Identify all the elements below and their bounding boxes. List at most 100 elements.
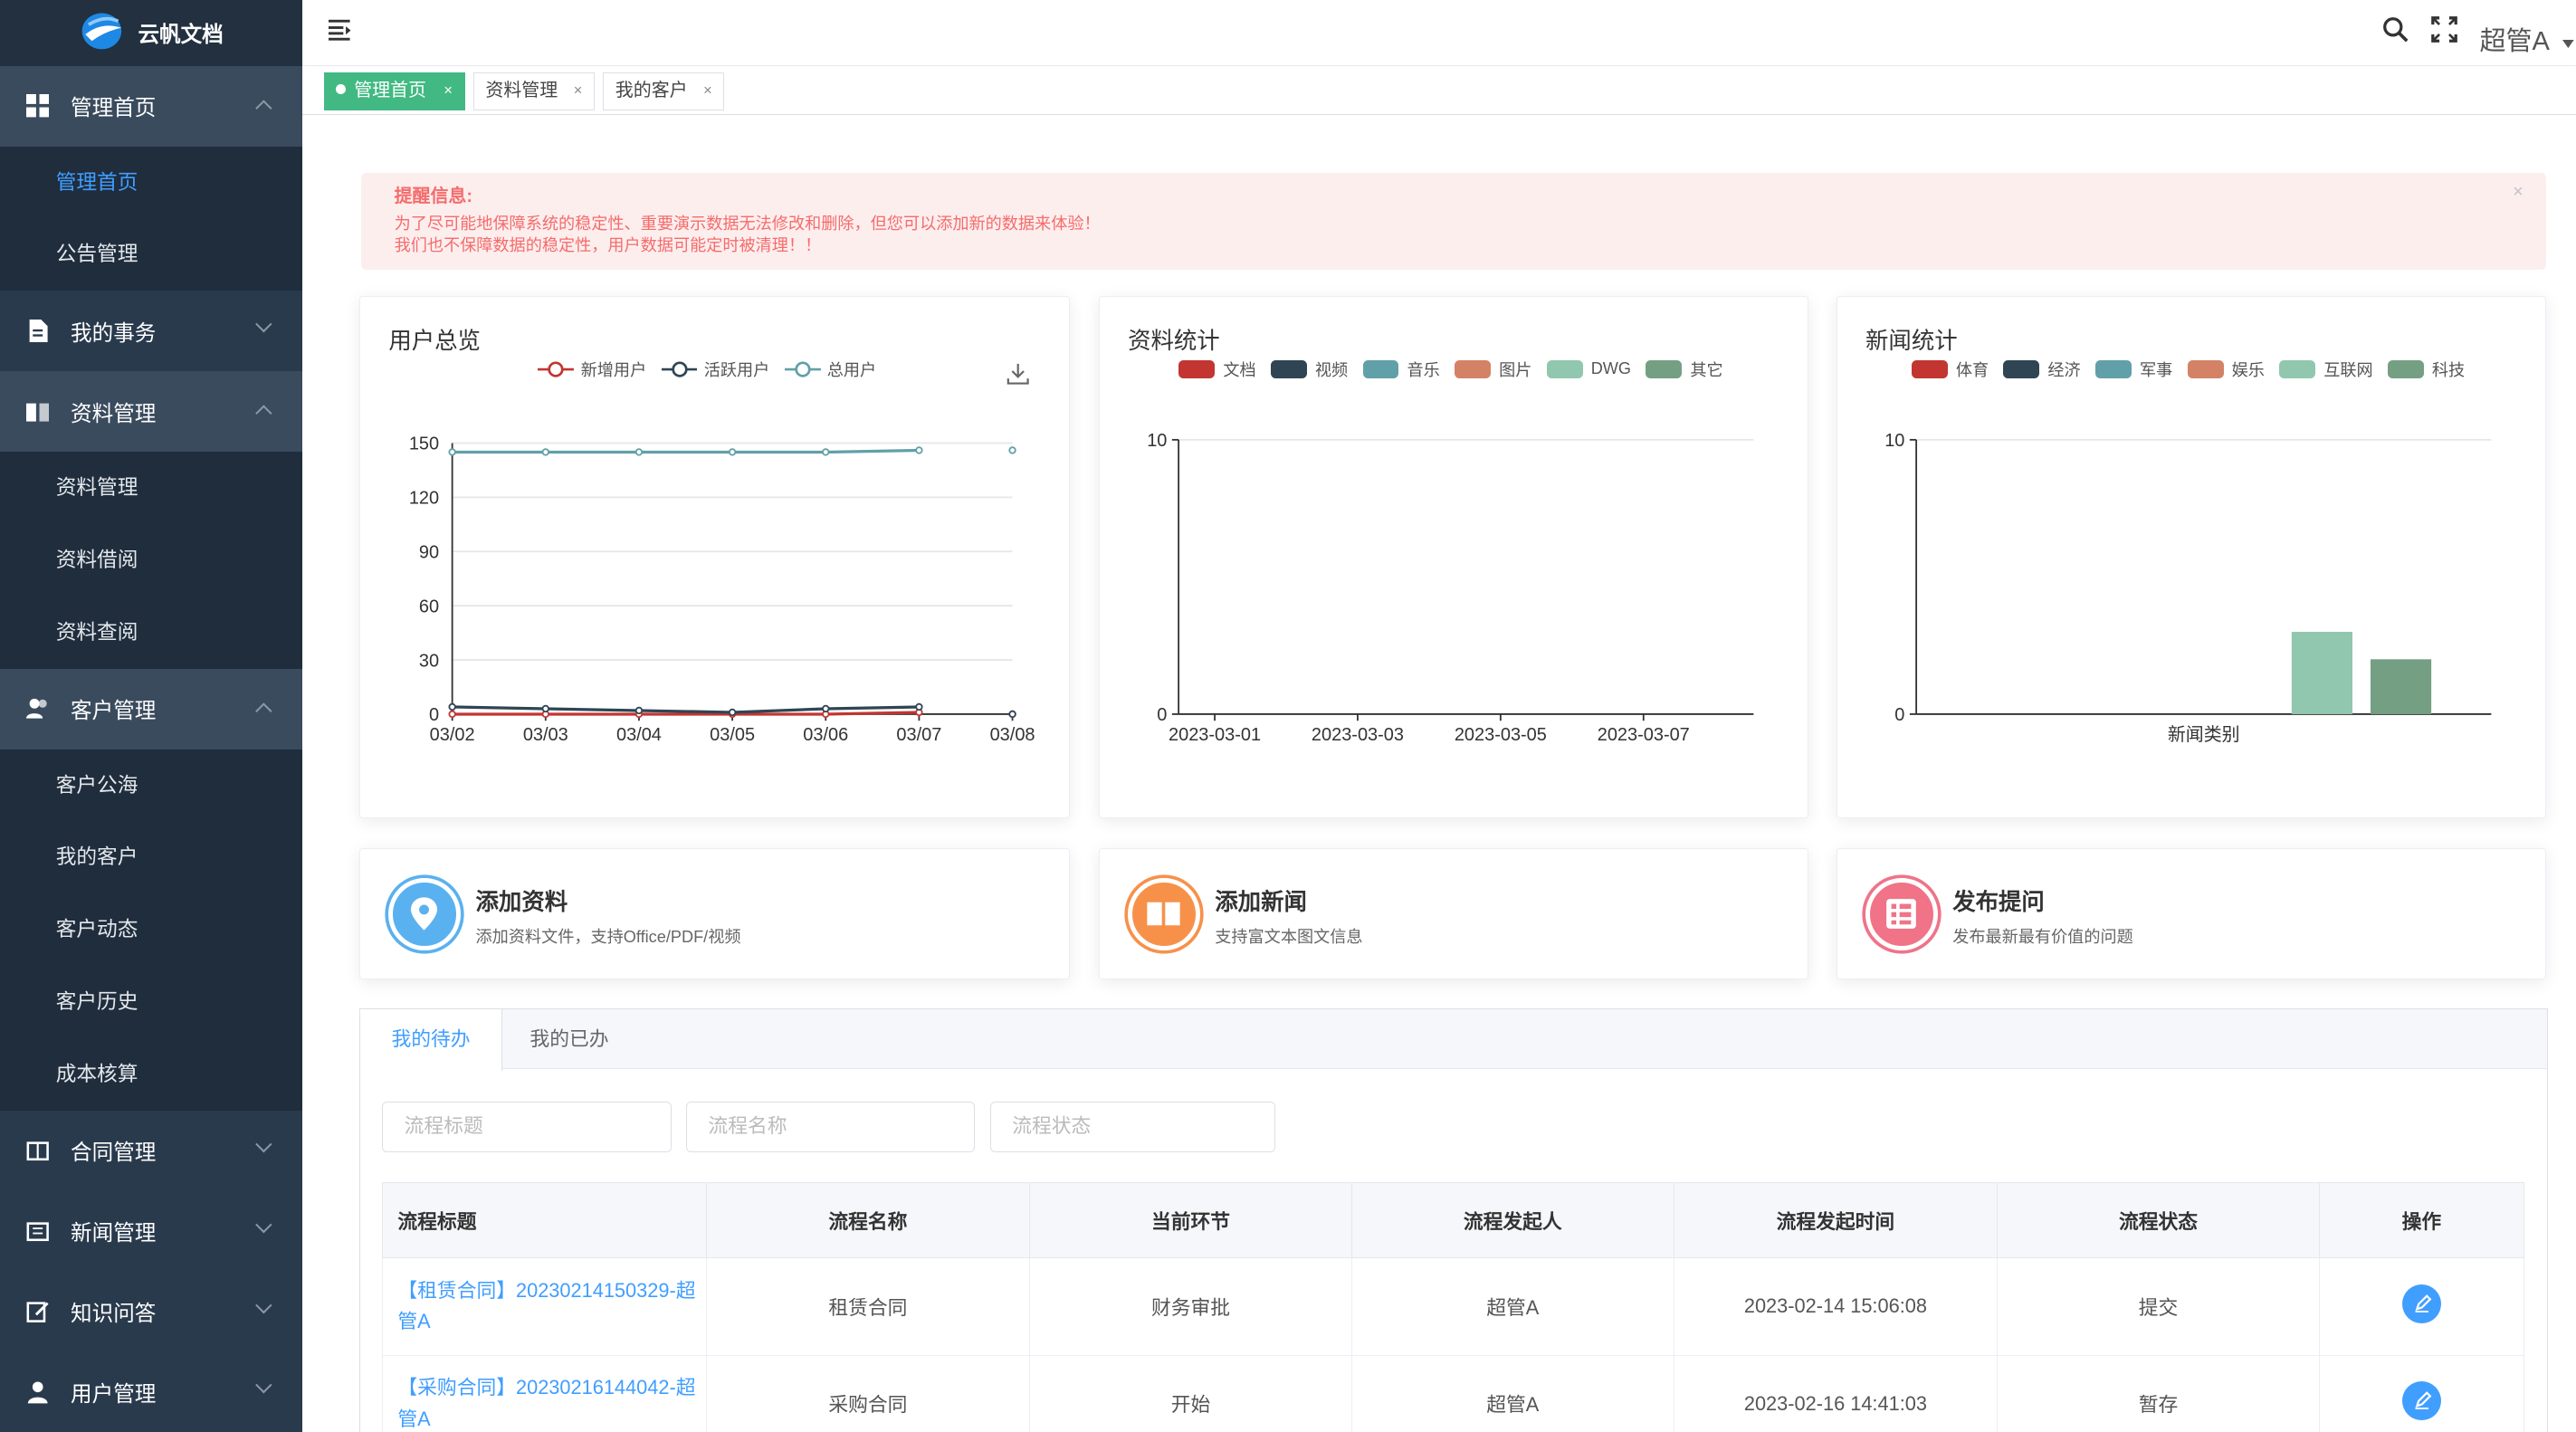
col-header[interactable]: 当前环节	[1029, 1181, 1352, 1259]
edit-button[interactable]	[2401, 1284, 2442, 1324]
sidebar-item-customer-activity[interactable]: 客户动态	[0, 893, 302, 967]
menu-toggle-icon[interactable]	[328, 18, 351, 41]
chart-title: 新闻统计	[1865, 328, 1958, 354]
close-icon[interactable]: ×	[444, 73, 453, 108]
legend-item[interactable]: 其它	[1646, 358, 1723, 381]
logo[interactable]: 云帆文档	[0, 0, 302, 66]
chevron-down-icon	[255, 1377, 272, 1394]
flow-title-link[interactable]: 【采购合同】20230216144042-超管A	[382, 1354, 707, 1432]
legend-item[interactable]: 经济	[2003, 358, 2081, 381]
close-icon[interactable]: ×	[574, 73, 583, 108]
menu-group-label: 资料管理	[71, 401, 157, 425]
tab-home[interactable]: 管理首页 ×	[323, 72, 465, 110]
legend-item[interactable]: 军事	[2095, 358, 2172, 381]
y-tick-label: 0	[1158, 705, 1168, 725]
legend-item[interactable]: 娱乐	[2187, 358, 2265, 381]
sidebar-item-doc-borrow[interactable]: 资料借阅	[0, 523, 302, 597]
starter: 超管A	[1350, 1354, 1674, 1432]
legend-swatch	[2003, 359, 2040, 378]
edit-icon	[26, 1302, 49, 1323]
sidebar-item-doc-view[interactable]: 资料查阅	[0, 596, 302, 669]
quick-title: 发布提问	[1952, 890, 2045, 916]
series-line	[453, 705, 920, 714]
line-chart: 0 30 60 90 120 150 03/02 03/03 03/04 03/05 03/06 03…	[409, 434, 1035, 745]
legend-item[interactable]: 文档	[1178, 358, 1256, 381]
menu-group-users[interactable]: 用户管理	[0, 1352, 302, 1432]
legend-item[interactable]: DWG	[1546, 358, 1631, 381]
legend-line-icon	[784, 361, 821, 377]
legend-item[interactable]: 图片	[1455, 358, 1531, 381]
legend-item[interactable]: 总用户	[784, 358, 876, 381]
quick-desc: 发布最新最有价值的问题	[1952, 928, 2133, 947]
x-tick-label: 03/08	[990, 725, 1035, 745]
tab-my-done[interactable]: 我的已办	[499, 1009, 640, 1068]
menu-group-docs[interactable]: 资料管理	[0, 371, 302, 453]
data-point	[822, 448, 830, 456]
tab-my-todo[interactable]: 我的待办	[360, 1009, 502, 1071]
menu-group-affairs[interactable]: 我的事务	[0, 291, 302, 371]
menu-group-customers[interactable]: 客户管理	[0, 668, 302, 749]
y-tick-label: 30	[419, 651, 439, 671]
sidebar-item-customer-pool[interactable]: 客户公海	[0, 749, 302, 822]
sidebar-item-my-customers[interactable]: 我的客户	[0, 821, 302, 894]
quick-add-document[interactable]: 添加资料 添加资料文件，支持Office/PDF/视频	[359, 847, 1070, 979]
col-header[interactable]: 流程发起人	[1350, 1181, 1674, 1259]
edit-button[interactable]	[2401, 1380, 2442, 1421]
sidebar-item-home[interactable]: 管理首页	[0, 146, 302, 219]
chevron-up-icon	[255, 99, 272, 116]
filter-status-select[interactable]: 流程状态	[989, 1102, 1276, 1153]
col-header[interactable]: 流程状态	[1997, 1181, 2320, 1259]
fullscreen-icon[interactable]	[2431, 16, 2458, 43]
download-icon[interactable]	[1007, 362, 1029, 385]
tab-docs[interactable]: 资料管理 ×	[472, 72, 595, 110]
table-row: 【租赁合同】20230214150329-超管A 租赁合同 财务审批 超管A 2…	[382, 1257, 2524, 1356]
data-point	[915, 702, 924, 711]
y-tick-label: 60	[419, 597, 439, 616]
menu-group-contracts[interactable]: 合同管理	[0, 1111, 302, 1191]
legend-item[interactable]: 活跃用户	[661, 358, 769, 381]
actions-cell	[2318, 1257, 2524, 1356]
quick-ask-question[interactable]: 发布提问 发布最新最有价值的问题	[1837, 847, 2547, 979]
menu-group-news[interactable]: 新闻管理	[0, 1191, 302, 1272]
quick-add-news[interactable]: 添加新闻 支持富文本图文信息	[1099, 847, 1809, 979]
user-menu[interactable]: 超管A	[2479, 20, 2549, 58]
col-header[interactable]: 流程发起时间	[1673, 1181, 1999, 1259]
legend-item[interactable]: 互联网	[2279, 358, 2373, 381]
book-icon	[26, 403, 50, 422]
sidebar-item-customer-history[interactable]: 客户历史	[0, 966, 302, 1039]
menu-group-qa[interactable]: 知识问答	[0, 1272, 302, 1352]
app-name: 云帆文档	[138, 23, 224, 47]
flow-title-link[interactable]: 【租赁合同】20230214150329-超管A	[382, 1257, 707, 1356]
search-icon[interactable]	[2382, 16, 2409, 43]
data-point	[542, 704, 550, 712]
sidebar-item-doc-manage[interactable]: 资料管理	[0, 452, 302, 524]
legend-item[interactable]: 音乐	[1362, 358, 1440, 381]
sidebar-item-cost-accounting[interactable]: 成本核算	[0, 1038, 302, 1111]
close-icon[interactable]: ×	[2513, 182, 2524, 204]
tab-my-customers[interactable]: 我的客户 ×	[603, 72, 725, 110]
legend-swatch	[1178, 359, 1216, 378]
data-point	[1008, 446, 1017, 454]
legend-label: 图片	[1499, 360, 1532, 379]
bar	[2371, 659, 2432, 714]
users-icon	[26, 699, 47, 719]
menu-group-label: 合同管理	[71, 1141, 157, 1165]
bar	[2292, 631, 2353, 714]
menu-group-label: 知识问答	[71, 1302, 157, 1326]
close-icon[interactable]: ×	[703, 73, 712, 108]
caret-down-icon[interactable]	[2562, 39, 2575, 48]
legend-label: 新增用户	[580, 360, 647, 379]
filter-title-input[interactable]: 流程标题	[382, 1102, 672, 1153]
sidebar-item-notice[interactable]: 公告管理	[0, 218, 302, 291]
legend-item[interactable]: 体育	[1911, 358, 1989, 381]
col-header[interactable]: 流程标题	[382, 1181, 707, 1259]
legend-item[interactable]: 视频	[1270, 358, 1348, 381]
filter-name-input[interactable]: 流程名称	[685, 1102, 976, 1153]
menu-group-home[interactable]: 管理首页	[0, 65, 302, 147]
legend-swatch	[1362, 359, 1399, 378]
legend-label: 文档	[1223, 360, 1256, 379]
alert-line: 我们也不保障数据的稳定性，用户数据可能定时被清理！！	[394, 235, 822, 254]
legend-item[interactable]: 科技	[2387, 358, 2465, 381]
col-header[interactable]: 流程名称	[705, 1181, 1031, 1259]
legend-item[interactable]: 新增用户	[538, 358, 646, 381]
